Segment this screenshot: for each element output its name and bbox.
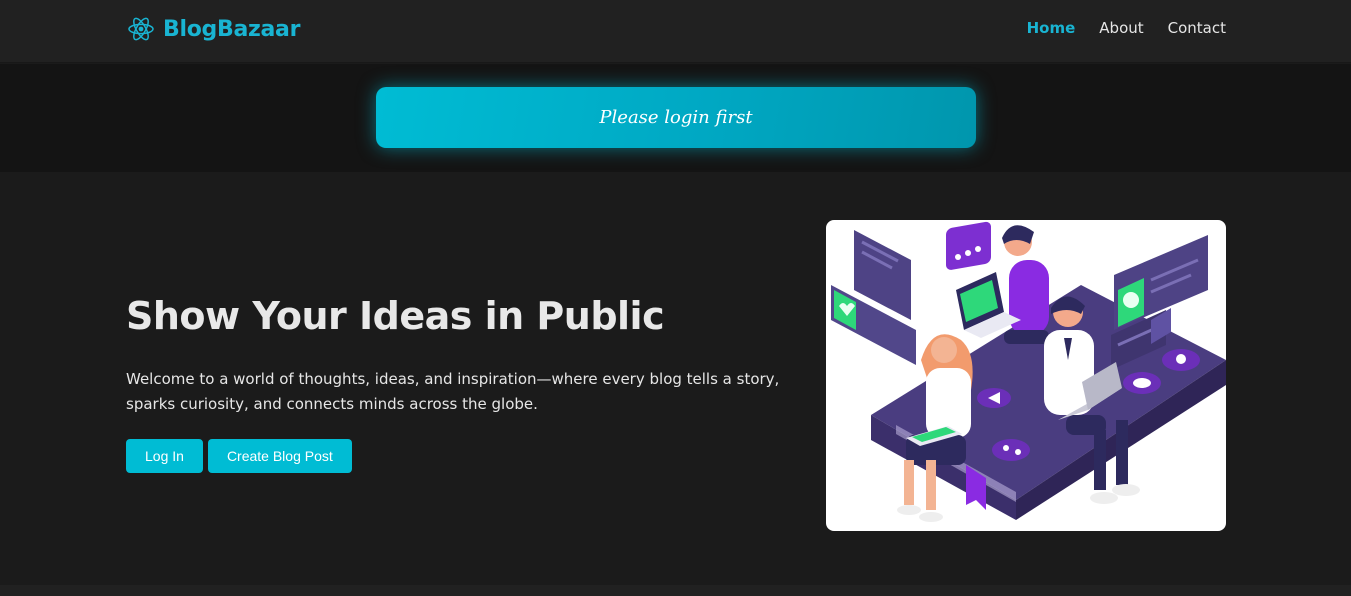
hero-section: Show Your Ideas in Public Welcome to a w…: [0, 172, 1351, 585]
hero-illustration: [826, 220, 1226, 531]
hero-description: Welcome to a world of thoughts, ideas, a…: [126, 370, 780, 413]
brand-link[interactable]: BlogBazaar: [127, 14, 300, 44]
chat-bubble: [946, 221, 991, 270]
navbar: BlogBazaar Home About Contact: [0, 0, 1351, 63]
hero-actions: Log In Create Blog Post: [126, 439, 352, 473]
hero-title: Show Your Ideas in Public: [126, 294, 665, 338]
atom-icon: [128, 17, 154, 41]
login-button[interactable]: Log In: [126, 439, 203, 473]
nav-about-link[interactable]: About: [1099, 19, 1143, 37]
footer-strip: [0, 585, 1351, 596]
nav-menu: Home About Contact: [1027, 18, 1226, 37]
brand-name: BlogBazaar: [163, 16, 301, 42]
people-collaborating-illustration: [831, 221, 1226, 522]
login-alert: Please login first: [376, 87, 976, 148]
alert-section: Please login first: [0, 64, 1351, 172]
create-blog-post-button[interactable]: Create Blog Post: [207, 439, 352, 473]
nav-home-link[interactable]: Home: [1027, 19, 1076, 37]
nav-contact-link[interactable]: Contact: [1168, 19, 1226, 37]
alert-message: Please login first: [599, 107, 753, 128]
